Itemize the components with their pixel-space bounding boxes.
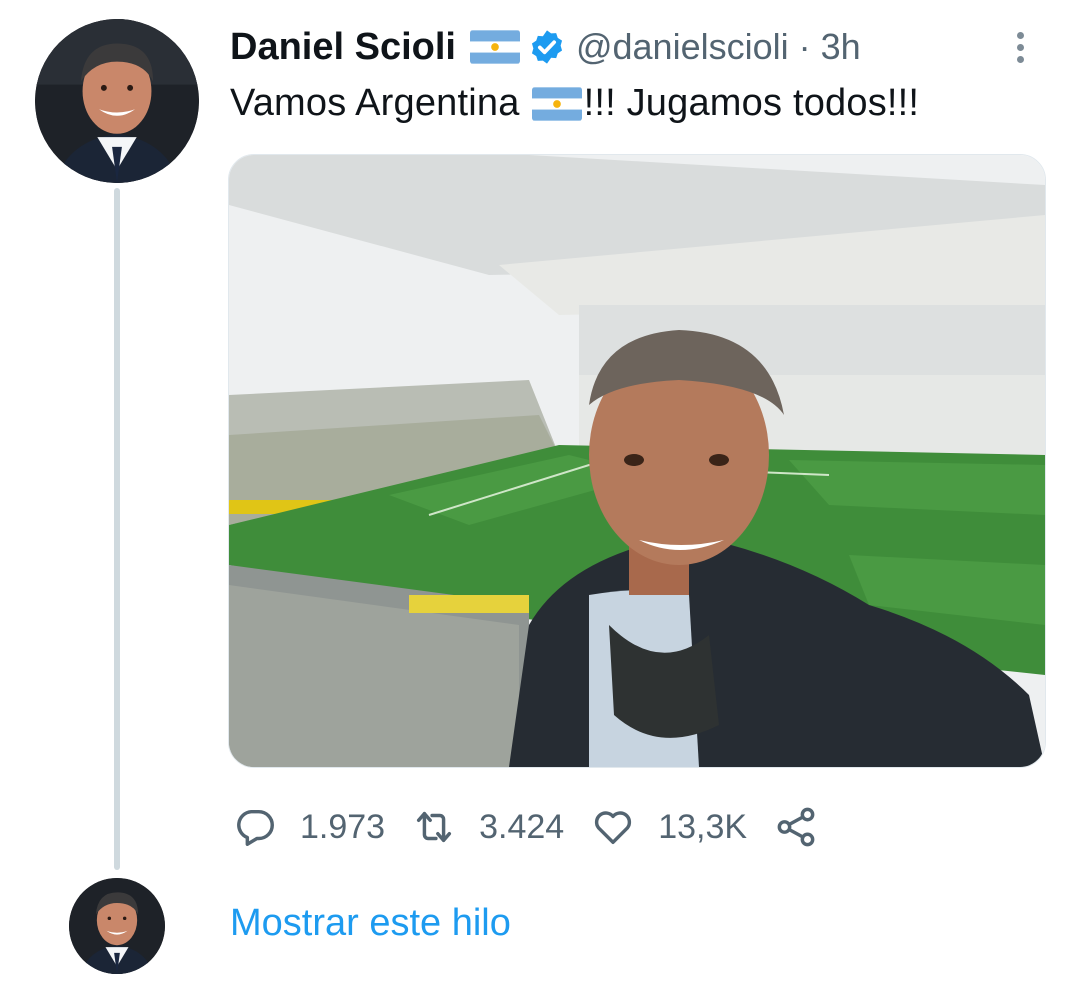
avatar-photo	[69, 878, 165, 974]
author-handle[interactable]: @danielscioli	[576, 26, 789, 68]
tweet-text-part-2: !!! Jugamos todos!!!	[583, 82, 920, 124]
stadium-selfie-image	[229, 155, 1045, 767]
reply-count: 1.973	[300, 807, 386, 846]
tweet-timestamp[interactable]: 3h	[821, 26, 861, 68]
share-button[interactable]	[773, 804, 819, 850]
retweet-icon	[417, 811, 452, 843]
author-avatar[interactable]	[35, 19, 199, 183]
thread-author-avatar[interactable]	[69, 878, 165, 974]
show-thread-link[interactable]: Mostrar este hilo	[230, 902, 511, 945]
tweet-header: Daniel Scioli @danielscioli · 3h	[230, 22, 861, 72]
separator-dot: ·	[798, 26, 811, 67]
retweet-button[interactable]: 3.424	[411, 804, 564, 850]
author-name[interactable]: Daniel Scioli	[230, 26, 456, 69]
share-icon	[777, 807, 815, 847]
reply-button[interactable]: 1.973	[232, 804, 385, 850]
reply-icon	[237, 809, 274, 846]
argentina-flag-icon	[469, 30, 520, 64]
retweet-count: 3.424	[479, 807, 565, 846]
like-count: 13,3K	[658, 807, 748, 846]
argentina-flag-icon	[531, 86, 582, 121]
tweet-actions-bar: 1.973 3.424 13,3K	[232, 802, 819, 852]
tweet-photo[interactable]	[228, 154, 1046, 768]
tweet-text: Vamos Argentina !!! Jugamos todos!!!	[230, 82, 919, 125]
thread-connector-line	[114, 188, 120, 870]
like-button[interactable]: 13,3K	[590, 804, 747, 850]
more-options-icon[interactable]	[1009, 22, 1031, 72]
tweet-text-part-1: Vamos Argentina	[230, 82, 520, 124]
avatar-photo	[35, 19, 199, 183]
heart-icon	[595, 811, 632, 845]
verified-badge-icon	[531, 30, 563, 64]
